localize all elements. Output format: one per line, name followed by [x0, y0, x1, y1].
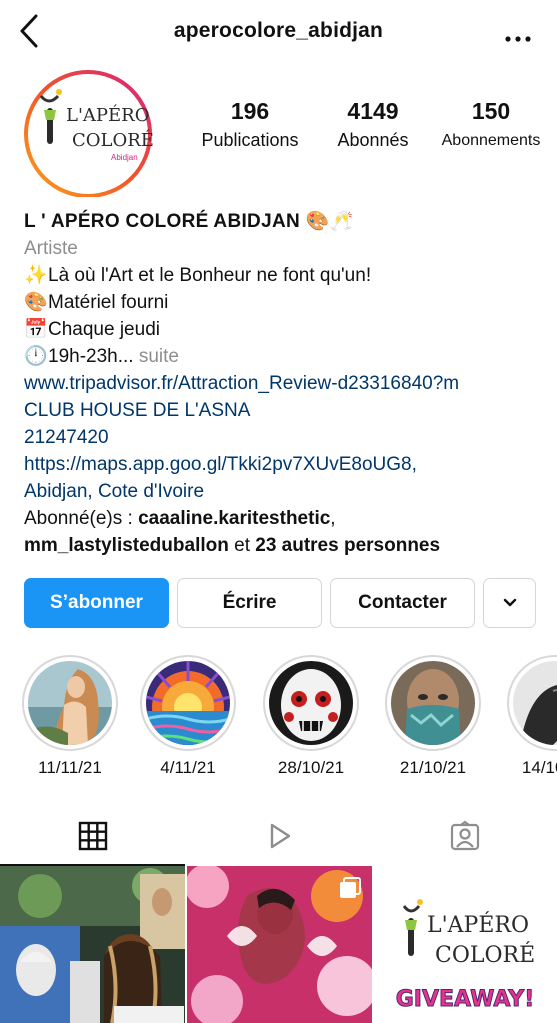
tagged-person-icon	[450, 820, 479, 851]
giveaway-badge: GIVEAWAY!	[396, 987, 535, 1012]
highlight-date: 4/11/21	[160, 758, 216, 777]
posts-grid: L'APÉRO COLORÉ GIVEAWAY!	[0, 866, 557, 1023]
profile-stats: 196 Publications 4149 Abonnés 150 Abonne…	[180, 98, 557, 158]
bio-line: ✨Là où l'Art et le Bonheur ne font qu'un…	[24, 262, 549, 289]
stat-value: 196	[230, 98, 270, 124]
stat-label: Publications	[201, 130, 299, 150]
clock-emoji: 🕛	[24, 346, 48, 367]
followed-by-prefix: Abonné(e)s :	[24, 508, 139, 529]
logo-text-line2: COLORÉ	[72, 128, 154, 151]
highlight-item[interactable]: 28/10/21	[261, 655, 361, 778]
tab-posts-grid[interactable]	[0, 808, 185, 864]
highlight-cover	[385, 655, 481, 751]
grid-icon	[78, 821, 107, 851]
profile-category: Artiste	[24, 238, 78, 259]
bio-line: 🎨Matériel fourni	[24, 289, 549, 316]
more-options-button[interactable]	[503, 30, 533, 42]
reels-play-icon	[270, 823, 290, 849]
post-thumbnail[interactable]	[187, 866, 372, 1023]
followed-by-others: 23 autres personnes	[255, 535, 441, 556]
message-button[interactable]: Écrire	[177, 578, 322, 628]
profile-username: aperocolore_abidjan	[173, 19, 384, 42]
highlight-item[interactable]: 21/10/21	[383, 655, 483, 778]
highlight-date: 11/11/21	[38, 758, 102, 777]
contact-button[interactable]: Contacter	[330, 578, 475, 628]
profile-actions: S’abonner Écrire Contacter	[24, 578, 536, 628]
chevron-down-icon	[503, 598, 516, 607]
stat-value: 4149	[347, 98, 399, 124]
followed-by[interactable]: Abonné(e)s : caaaline.karitesthetic,	[24, 505, 549, 532]
highlight-cover	[263, 655, 359, 751]
stat-following[interactable]: 150 Abonnements	[430, 98, 552, 150]
stat-publications[interactable]: 196 Publications	[190, 98, 310, 151]
highlight-item[interactable]: 4/11/21	[138, 655, 238, 778]
highlight-item[interactable]: 11/11/21	[20, 655, 120, 778]
multiple-images-icon	[340, 877, 361, 898]
followed-by-user: mm_lastylisteduballon	[24, 535, 229, 556]
profile-header: aperocolore_abidjan	[0, 0, 557, 66]
followed-by-user: caaaline.karitesthetic	[138, 508, 331, 529]
stat-label: Abonnements	[441, 132, 541, 149]
address-link[interactable]: https://maps.app.goo.gl/Tkki2pv7XUvE8oUG…	[24, 451, 549, 478]
follow-button[interactable]: S’abonner	[24, 578, 169, 628]
suggested-accounts-button[interactable]	[483, 578, 536, 628]
logo-text-line2: COLORÉ	[435, 941, 535, 968]
palette-emoji: 🎨	[24, 292, 48, 313]
stat-value: 150	[471, 98, 511, 124]
followed-by-conjunction: et	[228, 535, 256, 556]
bio-line-text: 19h-23h...	[48, 346, 134, 367]
profile-tabs	[0, 808, 557, 864]
highlight-date: 14/10/21	[521, 758, 557, 777]
profile-display-name: L ' APÉRO COLORÉ ABIDJAN 🎨🥂	[24, 211, 354, 232]
bio-line-text: Matériel fourni	[48, 292, 169, 313]
more-dots-icon	[505, 36, 531, 42]
sparkles-emoji: ✨	[24, 265, 48, 286]
address-link[interactable]: Abidjan, Cote d'Ivoire	[24, 478, 549, 505]
address-link[interactable]: 21247420	[24, 424, 549, 451]
post-thumbnail[interactable]	[0, 866, 185, 1023]
followed-by-separator: ,	[330, 508, 336, 529]
tab-tagged[interactable]	[372, 808, 557, 864]
logo-text-line1: L'APÉRO	[66, 103, 149, 126]
profile-bio: L ' APÉRO COLORÉ ABIDJAN 🎨🥂 Artiste ✨Là …	[24, 208, 549, 559]
bio-line: 🕛19h-23h... suite	[24, 343, 549, 370]
tab-reels[interactable]	[186, 808, 371, 864]
logo-subtext: Abidjan	[111, 153, 138, 162]
highlight-cover	[22, 655, 118, 751]
bio-more-link[interactable]: suite	[139, 346, 179, 367]
post-thumbnail[interactable]: L'APÉRO COLORÉ GIVEAWAY!	[373, 866, 557, 1023]
followed-by-continued[interactable]: mm_lastylisteduballon et 23 autres perso…	[24, 532, 549, 559]
bio-line: 📅Chaque jeudi	[24, 316, 549, 343]
highlight-cover	[507, 655, 557, 751]
address-link[interactable]: CLUB HOUSE DE L'ASNA	[24, 397, 549, 424]
bio-line-text: Là où l'Art et le Bonheur ne font qu'un!	[48, 265, 372, 286]
highlight-date: 28/10/21	[277, 758, 345, 777]
calendar-emoji: 📅	[24, 319, 48, 340]
stat-label: Abonnés	[337, 130, 409, 150]
highlight-item[interactable]: 14/10/21	[505, 655, 557, 778]
profile-avatar[interactable]: L'APÉRO COLORÉ Abidjan	[14, 66, 162, 198]
website-link[interactable]: www.tripadvisor.fr/Attraction_Review-d23…	[24, 370, 549, 397]
highlight-cover	[140, 655, 236, 751]
logo-text-line1: L'APÉRO	[427, 911, 529, 938]
stat-followers[interactable]: 4149 Abonnés	[318, 98, 428, 151]
highlight-date: 21/10/21	[399, 758, 467, 777]
bio-line-text: Chaque jeudi	[48, 319, 160, 340]
story-highlights: 11/11/21 4/11/21 28/10/21 21/10/21 14/1	[0, 655, 557, 785]
